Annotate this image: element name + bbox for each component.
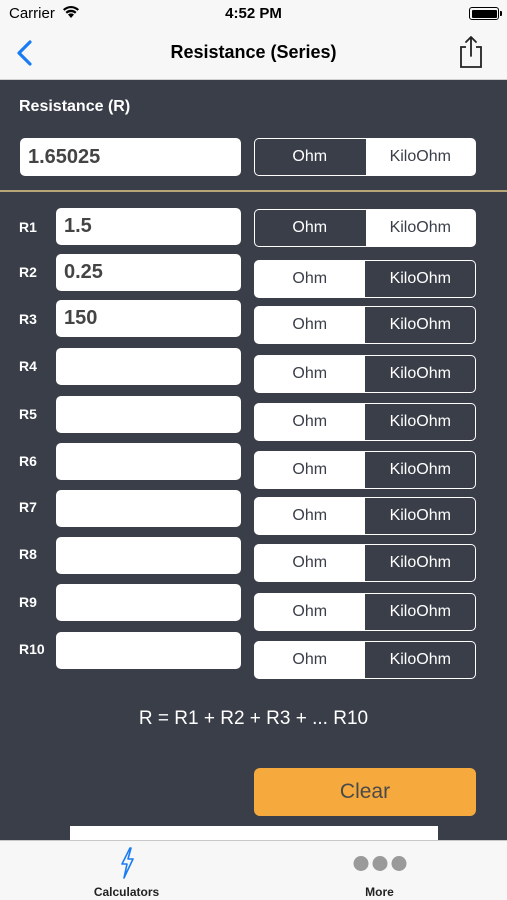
tab-bar: Calculators More <box>0 840 507 900</box>
r7-unit-ohm[interactable]: Ohm <box>255 498 366 534</box>
r6-unit-ohm[interactable]: Ohm <box>255 452 366 488</box>
r7-input[interactable] <box>56 490 241 527</box>
r2-unit-kiloohm[interactable]: KiloOhm <box>365 261 475 297</box>
r3-unit-kiloohm[interactable]: KiloOhm <box>365 307 475 343</box>
row-label-r5: R5 <box>19 406 37 422</box>
result-field: 1.65025 <box>20 138 241 176</box>
r7-unit-selector[interactable]: Ohm KiloOhm <box>254 497 476 535</box>
r4-unit-selector[interactable]: Ohm KiloOhm <box>254 355 476 393</box>
r6-unit-selector[interactable]: Ohm KiloOhm <box>254 451 476 489</box>
row-label-r1: R1 <box>19 219 37 235</box>
r3-input[interactable]: 150 <box>56 300 241 337</box>
r9-unit-kiloohm[interactable]: KiloOhm <box>365 594 475 630</box>
r6-input[interactable] <box>56 443 241 480</box>
r8-unit-ohm[interactable]: Ohm <box>255 545 366 581</box>
share-icon[interactable] <box>456 34 486 70</box>
r4-unit-kiloohm[interactable]: KiloOhm <box>365 356 475 392</box>
r6-unit-kiloohm[interactable]: KiloOhm <box>365 452 475 488</box>
r9-unit-ohm[interactable]: Ohm <box>255 594 366 630</box>
r5-unit-selector[interactable]: Ohm KiloOhm <box>254 403 476 441</box>
r5-unit-ohm[interactable]: Ohm <box>255 404 366 440</box>
row-label-r3: R3 <box>19 311 37 327</box>
r1-unit-kiloohm[interactable]: KiloOhm <box>365 210 475 246</box>
r3-unit-ohm[interactable]: Ohm <box>255 307 366 343</box>
r2-input[interactable]: 0.25 <box>56 254 241 291</box>
r5-unit-kiloohm[interactable]: KiloOhm <box>365 404 475 440</box>
lightning-icon <box>120 847 134 879</box>
tab-label-more: More <box>365 885 394 899</box>
tab-label-calculators: Calculators <box>93 885 160 899</box>
r10-unit-ohm[interactable]: Ohm <box>255 642 366 678</box>
row-label-r4: R4 <box>19 358 37 374</box>
page-title: Resistance (Series) <box>170 42 337 62</box>
row-label-r8: R8 <box>19 546 37 562</box>
divider <box>0 190 507 192</box>
r8-unit-kiloohm[interactable]: KiloOhm <box>365 545 475 581</box>
result-unit-ohm[interactable]: Ohm <box>255 139 366 175</box>
r4-input[interactable] <box>56 348 241 385</box>
row-label-r6: R6 <box>19 453 37 469</box>
more-dots-icon <box>353 856 406 871</box>
r2-unit-selector[interactable]: Ohm KiloOhm <box>254 260 476 298</box>
r1-unit-selector[interactable]: Ohm KiloOhm <box>254 209 476 247</box>
row-label-r7: R7 <box>19 499 37 515</box>
r8-unit-selector[interactable]: Ohm KiloOhm <box>254 544 476 582</box>
result-unit-selector[interactable]: Ohm KiloOhm <box>254 138 476 176</box>
r10-unit-selector[interactable]: Ohm KiloOhm <box>254 641 476 679</box>
battery-icon <box>469 7 502 20</box>
row-label-r2: R2 <box>19 264 37 280</box>
tab-more[interactable]: More <box>253 841 506 900</box>
r1-input[interactable]: 1.5 <box>56 208 241 245</box>
r3-unit-selector[interactable]: Ohm KiloOhm <box>254 306 476 344</box>
r9-input[interactable] <box>56 584 241 621</box>
r5-input[interactable] <box>56 396 241 433</box>
navigation-bar: Resistance (Series) <box>0 28 507 80</box>
row-label-r9: R9 <box>19 594 37 610</box>
tab-calculators[interactable]: Calculators <box>0 841 253 900</box>
r7-unit-kiloohm[interactable]: KiloOhm <box>365 498 475 534</box>
r1-unit-ohm[interactable]: Ohm <box>255 210 366 246</box>
r8-input[interactable] <box>56 537 241 574</box>
r2-unit-ohm[interactable]: Ohm <box>255 261 366 297</box>
row-label-r10: R10 <box>19 641 45 657</box>
r9-unit-selector[interactable]: Ohm KiloOhm <box>254 593 476 631</box>
status-bar: Carrier 4:52 PM <box>0 0 507 28</box>
result-unit-kiloohm[interactable]: KiloOhm <box>365 139 475 175</box>
status-time: 4:52 PM <box>225 5 282 22</box>
formula-text: R = R1 + R2 + R3 + ... R10 <box>138 708 369 729</box>
clear-button[interactable]: Clear <box>254 768 476 816</box>
result-label: Resistance (R) <box>19 98 131 115</box>
r4-unit-ohm[interactable]: Ohm <box>255 356 366 392</box>
r10-input[interactable] <box>56 632 241 669</box>
r10-unit-kiloohm[interactable]: KiloOhm <box>365 642 475 678</box>
